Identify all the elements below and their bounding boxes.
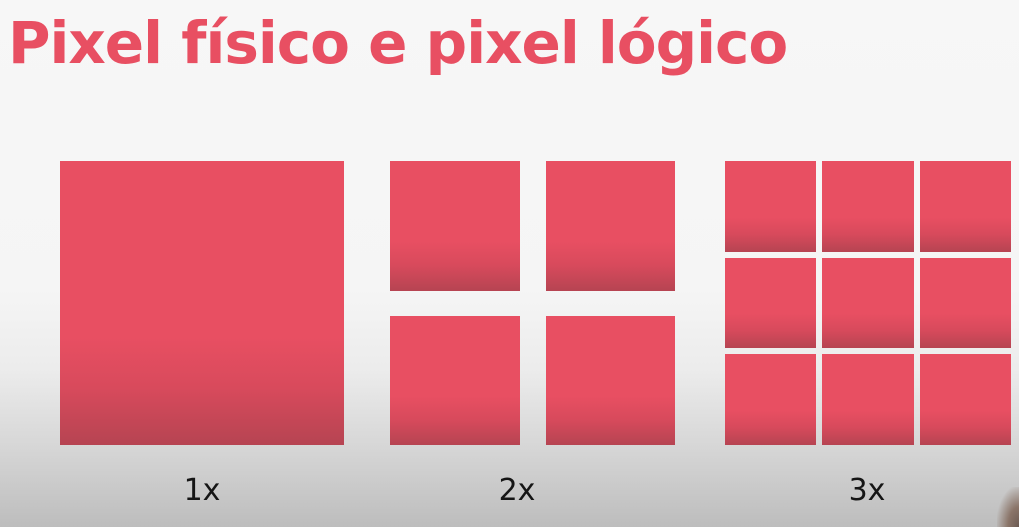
pixel-square	[725, 161, 817, 252]
pixel-square	[390, 315, 520, 445]
pixel-square	[60, 161, 344, 445]
pixel-square	[725, 257, 817, 349]
label-3x: 3x	[848, 473, 886, 508]
label-1x: 1x	[183, 473, 221, 508]
slide: Pixel físico e pixel lógico 1x 2x 3x	[0, 0, 1019, 527]
presenter-video-edge	[997, 487, 1019, 527]
pixel-square	[390, 161, 520, 291]
label-2x: 2x	[498, 473, 536, 508]
pixel-square	[822, 257, 914, 349]
pixel-grid-3x	[725, 161, 1011, 445]
pixel-square	[919, 161, 1011, 252]
pixel-square	[919, 257, 1011, 349]
pixel-square	[822, 354, 914, 445]
pixel-grid-2x	[390, 161, 675, 445]
pixel-square	[545, 161, 675, 291]
slide-title: Pixel físico e pixel lógico	[8, 9, 788, 77]
pixel-square	[545, 315, 675, 445]
pixel-square	[822, 161, 914, 252]
pixel-square	[725, 354, 817, 445]
pixel-grid-1x	[60, 161, 344, 445]
pixel-square	[919, 354, 1011, 445]
